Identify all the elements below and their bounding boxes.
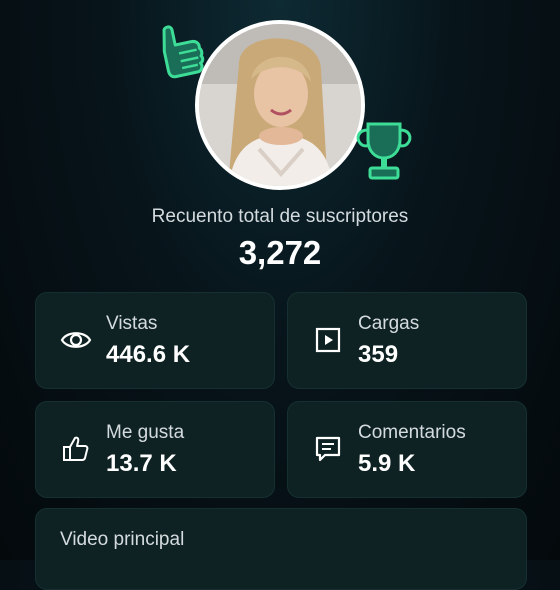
profile-avatar-container xyxy=(195,20,365,190)
stat-label: Comentarios xyxy=(358,422,466,443)
thumbs-up-icon xyxy=(60,433,92,465)
trophy-sticker-icon xyxy=(350,118,418,184)
stat-value: 359 xyxy=(358,341,399,368)
stat-card-comments[interactable]: Comentarios 5.9 K xyxy=(287,401,527,498)
stat-label: Vistas xyxy=(106,313,158,334)
stat-label: Cargas xyxy=(358,313,420,334)
stat-value: 5.9 K xyxy=(358,450,416,477)
stat-card-uploads[interactable]: Cargas 359 xyxy=(287,292,527,389)
stat-value: 446.6 K xyxy=(106,341,191,368)
stat-value: 13.7 K xyxy=(106,450,177,477)
top-video-card[interactable]: Video principal xyxy=(35,508,527,590)
play-square-icon xyxy=(312,324,344,356)
avatar[interactable] xyxy=(195,20,365,190)
eye-icon xyxy=(60,324,92,356)
subscribers-label: Recuento total de suscriptores xyxy=(151,206,409,227)
stat-label: Me gusta xyxy=(106,422,185,443)
comment-icon xyxy=(312,433,344,465)
stat-card-likes[interactable]: Me gusta 13.7 K xyxy=(35,401,275,498)
top-video-label: Video principal xyxy=(60,529,185,550)
subscribers-count: 3,272 xyxy=(238,234,322,271)
stat-card-views[interactable]: Vistas 446.6 K xyxy=(35,292,275,389)
